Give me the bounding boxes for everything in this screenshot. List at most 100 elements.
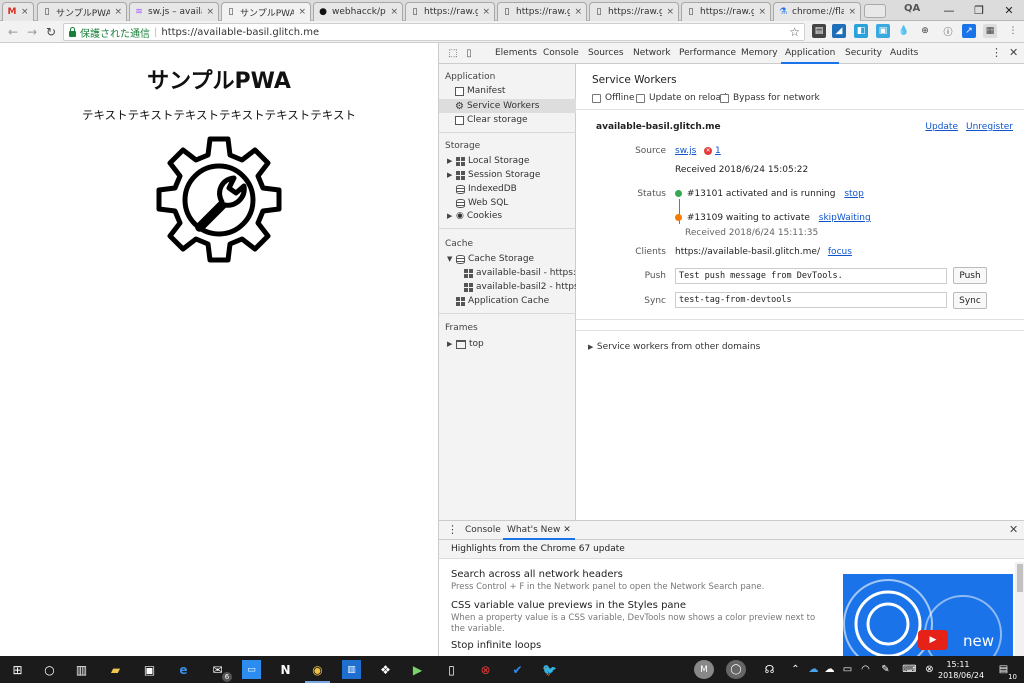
extension-icon[interactable]: ↗ <box>962 24 976 38</box>
expand-arrow-icon[interactable]: ▶ <box>447 171 453 179</box>
other-domains-toggle[interactable]: ▶ Service workers from other domains <box>588 342 760 352</box>
drawer-menu-icon[interactable]: ⋮ <box>447 523 458 536</box>
new-tab-button[interactable] <box>864 4 886 18</box>
tab-console[interactable]: Console <box>539 43 583 64</box>
inspect-element-icon[interactable]: ⬚ <box>447 47 459 59</box>
minimize-icon[interactable]: — <box>934 0 964 20</box>
collapse-arrow-icon[interactable]: ▼ <box>447 255 453 263</box>
youtube-play-icon[interactable]: ▶ <box>918 630 948 650</box>
unregister-link[interactable]: Unregister <box>966 122 1013 132</box>
extension-icon[interactable]: ▦ <box>983 24 997 38</box>
avatar[interactable]: M <box>694 660 714 679</box>
tab-7[interactable]: ▯ https://raw.git × <box>589 2 679 21</box>
close-icon[interactable]: × <box>482 7 490 17</box>
close-icon[interactable]: × <box>114 7 122 17</box>
drop-icon[interactable]: 💧 <box>897 24 911 38</box>
whats-new-item[interactable]: CSS variable value previews in the Style… <box>451 600 831 635</box>
close-icon[interactable]: × <box>206 7 214 17</box>
expand-arrow-icon[interactable]: ▶ <box>447 212 453 220</box>
tab-audits[interactable]: Audits <box>886 43 922 64</box>
tab-memory[interactable]: Memory <box>737 43 782 64</box>
tab-8[interactable]: ▯ https://raw.git × <box>681 2 771 21</box>
address-bar[interactable]: 保護された通信 | https://available-basil.glitch… <box>63 23 805 41</box>
play-icon[interactable]: ▶ <box>408 660 427 679</box>
tab-security[interactable]: Security <box>841 43 886 64</box>
tab-4[interactable]: ● webhacck/pw × <box>313 2 403 21</box>
menu-icon[interactable]: ⋮ <box>1006 24 1020 38</box>
push-button[interactable]: Push <box>953 267 987 284</box>
checkbox-box[interactable] <box>720 93 729 103</box>
people-icon[interactable]: ☊ <box>760 660 779 679</box>
update-on-reload-checkbox[interactable]: Update on reload <box>636 93 727 103</box>
tab-elements[interactable]: Elements <box>491 43 541 64</box>
info-icon[interactable]: ⓘ <box>941 24 955 38</box>
source-file-link[interactable]: sw.js <box>675 146 696 156</box>
tab-9[interactable]: ⚗ chrome://flag × <box>773 2 861 21</box>
notion-icon[interactable]: N <box>276 660 295 679</box>
close-icon[interactable]: × <box>21 7 29 17</box>
whats-new-item[interactable]: Search across all network headers Press … <box>451 569 831 593</box>
more-options-icon[interactable]: ⋮ <box>991 46 1002 59</box>
tab-active[interactable]: ▯ サンプルPWA × <box>221 2 311 21</box>
sidebar-item-frame-top[interactable]: ▶ top <box>447 339 484 349</box>
pen-icon[interactable]: ✎ <box>876 660 895 679</box>
whats-new-video-thumbnail[interactable]: ▶ new <box>843 574 1013 657</box>
cloud-icon[interactable]: ☁ <box>820 660 839 679</box>
tab-6[interactable]: ▯ https://raw.git × <box>497 2 587 21</box>
expand-arrow-icon[interactable]: ▶ <box>447 340 453 348</box>
sync-button[interactable]: Sync <box>953 292 987 309</box>
tab-performance[interactable]: Performance <box>675 43 740 64</box>
sidebar-item-indexeddb[interactable]: IndexedDB <box>456 184 517 194</box>
close-icon[interactable]: × <box>848 7 856 17</box>
sidebar-item-cache-1[interactable]: available-basil - https://avai <box>464 268 576 278</box>
extension-icon[interactable]: ◧ <box>854 24 868 38</box>
chevron-up-icon[interactable]: ⌃ <box>786 660 805 679</box>
drawer-tab-console[interactable]: Console <box>461 521 505 540</box>
sidebar-item-service-workers[interactable]: ⚙ Service Workers <box>439 99 576 113</box>
sidebar-item-manifest[interactable]: Manifest <box>455 86 505 96</box>
tab-network[interactable]: Network <box>629 43 675 64</box>
twitter-icon[interactable]: 🐦 <box>540 660 559 679</box>
task-view-icon[interactable]: ▥ <box>72 660 91 679</box>
extension-icon[interactable]: ◢ <box>832 24 846 38</box>
file-explorer-icon[interactable]: ▰ <box>106 660 125 679</box>
checkbox-box[interactable] <box>592 93 601 103</box>
bypass-network-checkbox[interactable]: Bypass for network <box>720 93 820 103</box>
scrollbar[interactable] <box>1015 562 1024 657</box>
whats-new-item[interactable]: Stop infinite loops <box>451 640 831 651</box>
close-icon[interactable]: × <box>390 7 398 17</box>
error-count-link[interactable]: 1 <box>715 146 721 156</box>
mail-icon[interactable]: ✉ 6 <box>208 660 232 682</box>
close-icon[interactable]: × <box>666 7 674 17</box>
close-window-icon[interactable]: ✕ <box>994 0 1024 20</box>
sync-tag-input[interactable]: test-tag-from-devtools <box>675 292 947 308</box>
extension-icon[interactable]: ▣ <box>876 24 890 38</box>
stop-link[interactable]: stop <box>844 189 863 199</box>
tab-application[interactable]: Application <box>781 43 840 64</box>
focus-link[interactable]: focus <box>828 247 852 257</box>
trello-icon[interactable]: ▥ <box>342 660 361 679</box>
keyboard-icon[interactable]: ⌨ <box>900 660 919 679</box>
tab-gmail[interactable]: M × <box>2 2 34 21</box>
sidebar-item-cache-storage[interactable]: ▼ Cache Storage <box>447 254 534 264</box>
chrome-icon[interactable]: ◉ <box>305 660 330 683</box>
bookmark-star-icon[interactable]: ☆ <box>789 25 800 39</box>
update-link[interactable]: Update <box>925 122 958 132</box>
tab-2[interactable]: ≋ sw.js – availab × <box>129 2 219 21</box>
expand-arrow-icon[interactable]: ▶ <box>447 157 453 165</box>
reload-icon[interactable]: ↻ <box>43 24 59 40</box>
extension-icon[interactable]: ▤ <box>812 24 826 38</box>
sidebar-item-app-cache[interactable]: Application Cache <box>456 296 549 306</box>
system-clock[interactable]: 15:11 2018/06/24 <box>938 659 984 681</box>
search-icon[interactable]: ○ <box>40 660 59 679</box>
edge-icon[interactable]: e <box>174 660 193 679</box>
close-drawer-icon[interactable]: ✕ <box>1009 523 1018 536</box>
close-icon[interactable]: × <box>758 7 766 17</box>
sidebar-item-websql[interactable]: Web SQL <box>456 198 508 208</box>
sidebar-item-session-storage[interactable]: ▶ Session Storage <box>447 170 540 180</box>
sidebar-item-cookies[interactable]: ▶ ◉ Cookies <box>447 211 502 221</box>
sidebar-item-local-storage[interactable]: ▶ Local Storage <box>447 156 529 166</box>
checkbox-box[interactable] <box>636 93 645 103</box>
avatar[interactable]: ◯ <box>726 660 746 679</box>
slack-icon[interactable]: ❖ <box>376 660 395 679</box>
